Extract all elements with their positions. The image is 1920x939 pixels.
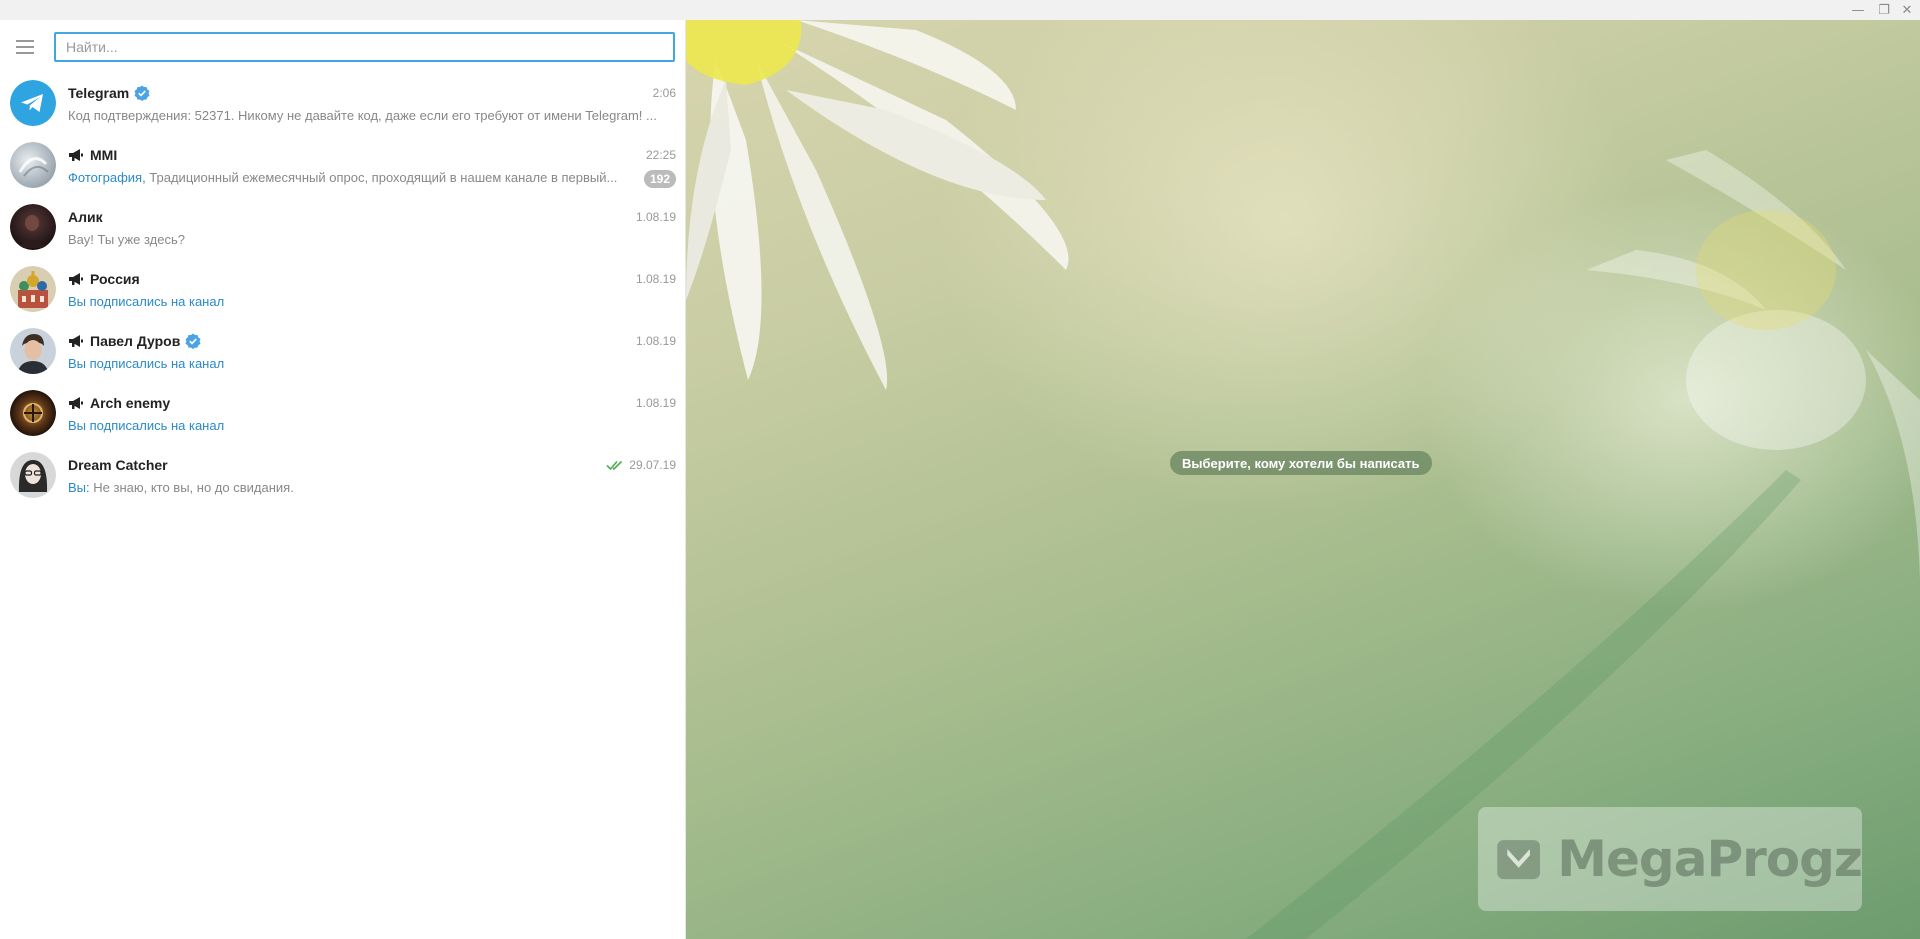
dialog-russia[interactable]: Россия 1.08.19 Вы подписались на канал — [0, 258, 686, 320]
dialog-telegram[interactable]: Telegram 2:06 Код подтверждения: 52371. … — [0, 72, 686, 134]
preview-accent: Вы подписались на канал — [68, 418, 225, 433]
dialog-title-text: Павел Дуров — [90, 333, 181, 349]
avatar — [10, 80, 56, 126]
avatar — [10, 266, 56, 312]
dialog-title: MMI — [68, 146, 117, 164]
dialog-title-text: Алик — [68, 209, 103, 225]
telegram-logo-icon — [10, 80, 56, 126]
dialog-time: 29.07.19 — [606, 458, 676, 472]
dialog-title-text: MMI — [90, 147, 118, 163]
dialog-time-text: 29.07.19 — [629, 458, 676, 472]
title-bar: — ❐ ✕ — [0, 0, 1920, 20]
dialog-title-text: Россия — [90, 271, 140, 287]
avatar — [10, 328, 56, 374]
preview-text: Традиционный ежемесячный опрос, проходящ… — [145, 170, 618, 185]
dialog-preview: Вы подписались на канал — [68, 294, 668, 309]
dialog-title: Алик — [68, 208, 103, 226]
dialog-alik[interactable]: Алик 1.08.19 Вау! Ты уже здесь? — [0, 196, 686, 258]
dialog-time: 1.08.19 — [635, 396, 676, 410]
avatar — [10, 142, 56, 188]
download-logo-icon — [1497, 840, 1540, 880]
dialog-title: Dream Catcher — [68, 456, 168, 474]
dialog-title-text: Dream Catcher — [68, 457, 168, 473]
megaphone-icon — [69, 273, 83, 285]
daisy-wallpaper-image — [686, 20, 1920, 939]
minimize-button[interactable]: — — [1847, 0, 1869, 20]
double-check-icon — [606, 460, 623, 471]
verified-badge-icon — [185, 333, 201, 349]
dialog-preview: Вы подписались на канал — [68, 418, 668, 433]
preview-accent: Вы подписались на канал — [68, 294, 225, 309]
watermark-text: MegaProgz — [1557, 830, 1863, 888]
dialog-time: 1.08.19 — [635, 210, 676, 224]
dialog-title: Telegram — [68, 84, 150, 102]
dialog-pavel-durov[interactable]: Павел Дуров 1.08.19 Вы подписались на ка… — [0, 320, 686, 382]
dialog-title: Arch enemy — [68, 394, 170, 412]
maximize-button[interactable]: ❐ — [1873, 0, 1895, 20]
close-button[interactable]: ✕ — [1896, 0, 1918, 20]
preview-text: Не знаю, кто вы, но до свидания. — [89, 480, 294, 495]
preview-accent: Вы подписались на канал — [68, 356, 225, 371]
avatar — [10, 390, 56, 436]
dialog-time: 1.08.19 — [635, 272, 676, 286]
dialog-preview: Вау! Ты уже здесь? — [68, 232, 185, 247]
dialog-preview: Вы подписались на канал — [68, 356, 668, 371]
preview-accent: Вы: — [68, 480, 90, 495]
dialog-preview: Фотография, Традиционный ежемесячный опр… — [68, 170, 640, 185]
megaphone-icon — [69, 149, 83, 161]
verified-badge-icon — [134, 85, 150, 101]
megaphone-icon — [69, 397, 83, 409]
select-chat-hint: Выберите, кому хотели бы написать — [1170, 451, 1432, 475]
dialog-time: 1.08.19 — [635, 334, 676, 348]
dialog-dream-catcher[interactable]: Dream Catcher 29.07.19 Вы: Не знаю, кто … — [0, 444, 686, 506]
dialog-preview: Вы: Не знаю, кто вы, но до свидания. — [68, 480, 668, 495]
dialog-preview: Код подтверждения: 52371. Никому не дава… — [68, 108, 657, 123]
dialog-time: 2:06 — [652, 86, 676, 100]
avatar — [10, 204, 56, 250]
hamburger-menu-icon[interactable] — [14, 37, 38, 57]
sidebar: Telegram 2:06 Код подтверждения: 52371. … — [0, 20, 686, 939]
dialog-title-text: Arch enemy — [90, 395, 171, 411]
dialog-title: Павел Дуров — [68, 332, 201, 350]
unread-badge: 192 — [643, 170, 676, 188]
dialog-time: 22:25 — [645, 148, 676, 162]
dialog-title-text: Telegram — [68, 85, 130, 101]
search-input[interactable] — [54, 32, 675, 62]
dialog-title: Россия — [68, 270, 140, 288]
preview-accent: Фотография, — [68, 170, 146, 185]
main-panel: Выберите, кому хотели бы написать MegaPr… — [686, 20, 1920, 939]
watermark: MegaProgz — [1478, 807, 1863, 911]
megaphone-icon — [69, 335, 83, 347]
avatar — [10, 452, 56, 498]
dialog-mmi[interactable]: MMI 22:25 Фотография, Традиционный ежеме… — [0, 134, 686, 196]
dialog-arch-enemy[interactable]: Arch enemy 1.08.19 Вы подписались на кан… — [0, 382, 686, 444]
dialog-list: Telegram 2:06 Код подтверждения: 52371. … — [0, 72, 686, 506]
